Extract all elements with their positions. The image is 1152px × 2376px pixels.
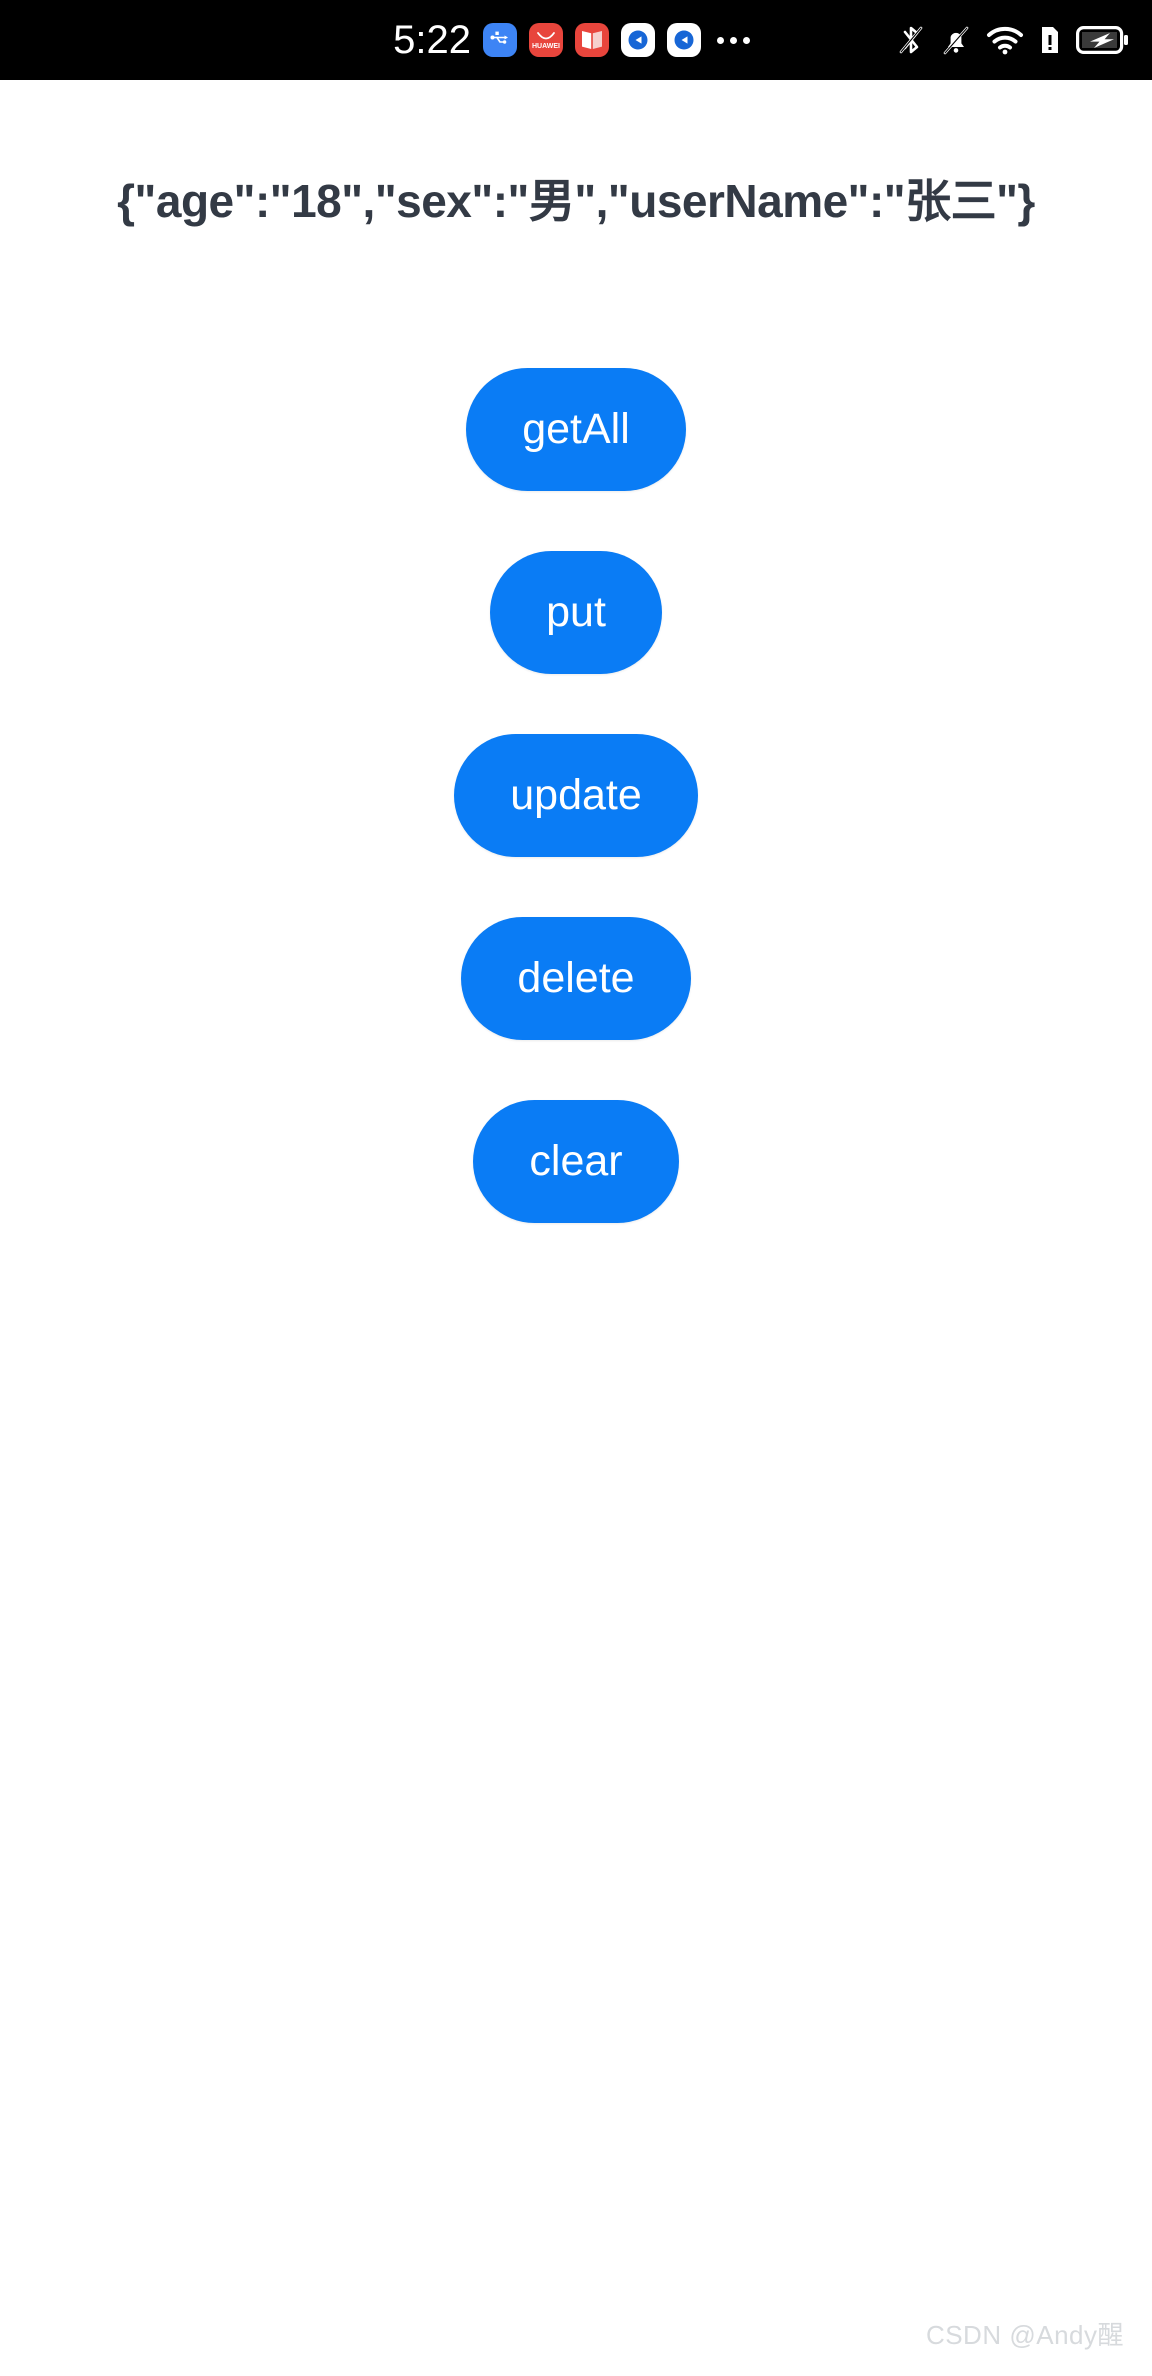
get-all-button[interactable]: getAll <box>466 368 686 491</box>
clear-button[interactable]: clear <box>473 1100 679 1223</box>
json-result-text: {"age":"18","sex":"男","userName":"张三"} <box>117 175 1035 227</box>
wifi-icon <box>986 25 1024 55</box>
overflow-dot <box>730 36 737 44</box>
book-app-icon <box>575 23 609 57</box>
app-icon-1 <box>621 23 655 57</box>
status-bar[interactable]: 5:22 HUAWEI <box>0 0 1152 80</box>
usb-icon <box>483 23 517 57</box>
svg-text:HUAWEI: HUAWEI <box>532 43 560 50</box>
delete-button[interactable]: delete <box>461 917 691 1040</box>
status-bar-clock: 5:22 <box>393 18 471 62</box>
update-button[interactable]: update <box>454 734 698 857</box>
status-bar-system-cluster <box>896 23 1130 57</box>
overflow-dot <box>717 36 724 44</box>
ringer-muted-icon <box>940 23 972 57</box>
app-icon-2 <box>667 23 701 57</box>
csdn-watermark: CSDN @Andy醒 <box>925 2320 1124 2350</box>
overflow-dot <box>743 36 750 44</box>
put-button[interactable]: put <box>490 551 662 674</box>
status-bar-center-cluster: 5:22 HUAWEI <box>393 20 750 60</box>
bluetooth-off-icon <box>896 23 926 57</box>
battery-charging-icon <box>1076 24 1130 56</box>
status-overflow-icon[interactable] <box>717 36 750 44</box>
huawei-app-icon: HUAWEI <box>529 23 563 57</box>
action-button-list: getAll put update delete clear <box>0 368 1152 1223</box>
sim-alert-icon <box>1038 23 1062 57</box>
